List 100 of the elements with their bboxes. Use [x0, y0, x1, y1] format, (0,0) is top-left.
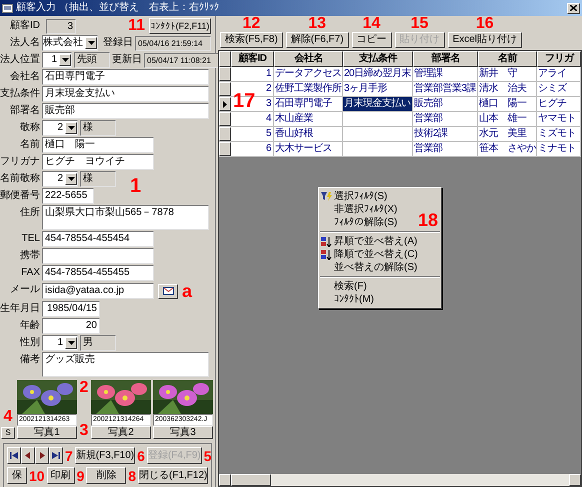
photo-button[interactable]: 写真1 — [17, 426, 77, 439]
table-cell: 水元 美里 — [478, 127, 537, 141]
envelope-icon — [162, 287, 174, 295]
table-cell: 20日締め翌月末 — [343, 67, 413, 81]
menu-item[interactable]: 選択ﾌｨﾙﾀ(S) — [319, 190, 392, 203]
column-header[interactable]: 会社名 — [274, 51, 343, 67]
table-cell: 香山好根 — [274, 127, 343, 141]
callout-number: 8 — [128, 468, 136, 482]
table-cell: 管理課 — [413, 67, 478, 81]
s-button[interactable]: S — [1, 427, 15, 439]
action-button[interactable]: Excel貼り付け — [448, 32, 522, 48]
menu-item[interactable]: 昇順で並べ替え(A) — [319, 235, 422, 248]
action-button[interactable]: ｺﾝﾀｸﾄ(F2,F11) — [149, 18, 211, 34]
table-cell: シミズ — [537, 82, 581, 96]
action-button[interactable]: 解除(F6,F7) — [286, 32, 349, 48]
action-button[interactable]: 閉じる(F1,F12) — [138, 467, 208, 484]
close-button[interactable] — [567, 2, 580, 14]
input-field[interactable]: グッズ販売 — [42, 352, 209, 377]
photo-button[interactable]: 写真2 — [91, 426, 151, 439]
input-field[interactable]: isida@yataa.co.jp — [42, 283, 154, 299]
scroll-right-button[interactable] — [569, 474, 581, 486]
window-title: 顧客入力 （抽出、並び替え 右表上：右ｸﾘｯｸ — [16, 2, 219, 14]
column-header[interactable]: 名前 — [478, 51, 537, 67]
input-field[interactable]: 月末現金支払い — [42, 86, 209, 102]
readonly-field[interactable]: 様 — [80, 171, 116, 187]
triangle-icon — [10, 452, 18, 459]
input-field[interactable]: 1985/04/15 — [42, 301, 100, 317]
menu-item[interactable]: 検索(F) — [319, 280, 371, 293]
callout-number: 1 — [130, 175, 142, 197]
callout-number: 3 — [80, 423, 88, 439]
callout-number: 13 — [308, 16, 326, 32]
scroll-thumb[interactable] — [231, 474, 271, 486]
menu-item[interactable]: 降順で並べ替え(C) — [319, 248, 422, 261]
input-field[interactable]: 454-78554-455455 — [42, 265, 154, 281]
action-button[interactable]: 保 — [7, 467, 27, 484]
mail-button[interactable] — [158, 284, 178, 298]
input-field[interactable]: ヒグチ ヨウイチ — [42, 154, 154, 170]
row-selector[interactable] — [219, 82, 231, 96]
readonly-field[interactable]: 3 — [46, 18, 76, 34]
readonly-field[interactable]: 先頭 — [74, 52, 110, 68]
action-button[interactable]: 新規(F3,F10) — [74, 447, 136, 464]
field-label: 法人名 — [9, 36, 41, 50]
previous-record-button[interactable] — [21, 447, 35, 464]
action-button[interactable]: コピー — [352, 32, 392, 48]
callout-number: 14 — [362, 16, 380, 32]
dropdown-field[interactable]: 1 — [42, 335, 78, 351]
action-button[interactable]: 削除 — [86, 467, 126, 484]
field-label: 支払条件 — [0, 86, 41, 101]
dropdown-field[interactable]: 1 — [42, 52, 72, 68]
row-selector[interactable] — [219, 127, 231, 141]
readonly-field[interactable]: 05/04/17 11:08:21 — [144, 52, 220, 68]
field-label: 性別 — [18, 336, 41, 350]
input-field[interactable]: 20 — [42, 318, 100, 334]
readonly-field[interactable]: 05/04/16 21:59:14 — [135, 36, 211, 50]
scroll-left-button[interactable] — [219, 474, 231, 486]
action-button[interactable]: 印刷 — [46, 467, 75, 484]
column-header[interactable]: 顧客ID — [231, 51, 274, 67]
first-record-button[interactable] — [7, 447, 21, 464]
next-record-button[interactable] — [35, 447, 49, 464]
table-cell: ミナモト — [537, 142, 581, 156]
input-field[interactable] — [42, 248, 154, 264]
table-cell: ヒグチ — [537, 97, 581, 111]
callout-number: 5 — [204, 448, 212, 462]
menu-item[interactable]: ﾌｨﾙﾀの解除(S) — [319, 216, 402, 229]
last-record-button[interactable] — [49, 447, 63, 464]
readonly-field[interactable]: 男 — [80, 335, 116, 351]
table-cell: 清水 治夫 — [478, 82, 537, 96]
column-header[interactable]: 支払条件 — [343, 51, 413, 67]
row-selector[interactable] — [219, 67, 231, 81]
input-field[interactable]: 222-5655 — [42, 188, 94, 204]
menu-item[interactable]: ｺﾝﾀｸﾄ(M) — [319, 293, 378, 306]
row-selector[interactable] — [219, 142, 231, 156]
dropdown-field[interactable]: 2 — [42, 120, 78, 136]
callout-number: 7 — [65, 448, 73, 462]
field-label: 郵便番号 — [0, 188, 41, 203]
field-label: TEL — [20, 232, 41, 246]
dropdown-field[interactable]: 株式会社 — [42, 35, 98, 51]
table-cell: ミズモト — [537, 127, 581, 141]
column-header[interactable]: 部署名 — [413, 51, 478, 67]
menu-item[interactable]: 並べ替えの解除(S) — [319, 261, 422, 274]
action-button[interactable]: 検索(F5,F8) — [220, 32, 283, 48]
row-selector[interactable] — [219, 97, 231, 111]
photo-button[interactable]: 写真3 — [153, 426, 213, 439]
input-field[interactable]: 石田専門電子 — [42, 69, 209, 85]
field-label: 携帯 — [19, 248, 41, 263]
field-label: 法人位置 — [0, 52, 41, 67]
grid-corner[interactable] — [219, 51, 231, 67]
input-field[interactable]: 樋口 陽一 — [42, 137, 154, 153]
input-field[interactable]: 山梨県大口市梨山565－7878 — [42, 205, 209, 230]
menu-item[interactable]: 非選択ﾌｨﾙﾀ(X) — [319, 203, 402, 216]
input-field[interactable]: 454-78554-455454 — [42, 231, 154, 247]
row-selector[interactable] — [219, 112, 231, 126]
table-cell: 販売部 — [413, 97, 478, 111]
callout-number: a — [182, 282, 192, 300]
callout-number: 12 — [242, 16, 260, 32]
readonly-field[interactable]: 様 — [80, 120, 116, 136]
column-header[interactable]: フリガ — [537, 51, 581, 67]
horizontal-scrollbar[interactable] — [219, 474, 581, 486]
input-field[interactable]: 販売部 — [42, 103, 209, 119]
dropdown-field[interactable]: 2 — [42, 171, 78, 187]
